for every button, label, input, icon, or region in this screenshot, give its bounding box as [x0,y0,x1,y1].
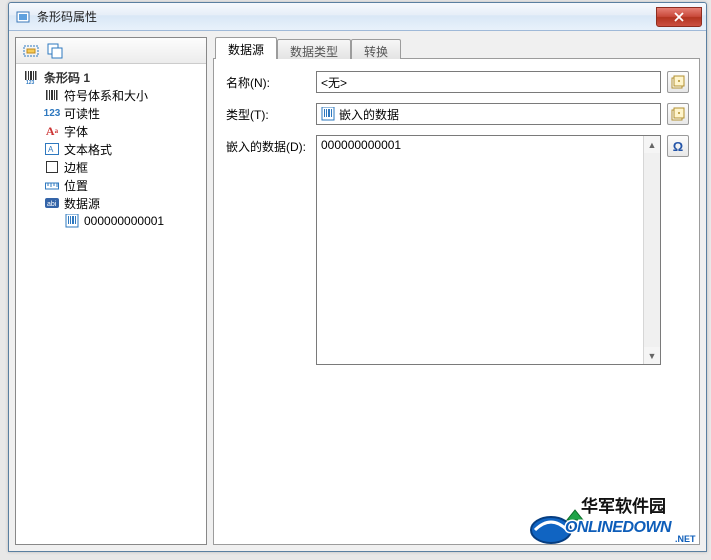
scroll-down-arrow[interactable]: ▼ [644,347,660,364]
border-icon [44,159,60,175]
tree-label: 000000000001 [84,214,164,228]
left-toolbar [16,38,206,64]
tab-datasource[interactable]: 数据源 [215,37,277,59]
tree-item-border[interactable]: 边框 [18,158,204,176]
tree-item-textformat[interactable]: A 文本格式 [18,140,204,158]
data-icon: abi [44,195,60,211]
tab-strip: 数据源 数据类型 转换 [213,37,700,59]
name-value: <无> [321,74,347,91]
row-data: 嵌入的数据(D): 000000000001 ▲ ▼ Ω [226,135,689,365]
name-edit-button[interactable] [667,71,689,93]
site-watermark: 华军软件园 ONLINEDOWN .NET [525,492,705,548]
close-button[interactable] [656,7,702,27]
tab-panel-datasource: 名称(N): <无> 类型(T): 嵌入的数据 [213,58,700,545]
font-icon: Aa [44,123,60,139]
client-area: 123 条形码 1 符号体系和大小 123 可读性 Aa 字体 A [9,31,706,551]
type-edit-button[interactable] [667,103,689,125]
properties-icon [671,75,685,89]
layers-icon [47,43,63,59]
row-type: 类型(T): 嵌入的数据 [226,103,689,125]
embedded-data-value: 000000000001 [317,136,643,364]
type-value: 嵌入的数据 [339,106,399,123]
properties-icon [671,107,685,121]
row-name: 名称(N): <无> [226,71,689,93]
tree-label: 可读性 [64,105,100,122]
watermark-line1: 华军软件园 [581,496,666,516]
right-panel: 数据源 数据类型 转换 名称(N): <无> 类型(T): [213,37,700,545]
watermark-line2: ONLINEDOWN [565,519,672,536]
tab-transform[interactable]: 转换 [351,39,401,59]
toolbar-button-2[interactable] [44,41,66,61]
window-title: 条形码属性 [37,8,97,25]
app-icon [15,9,31,25]
titlebar[interactable]: 条形码属性 [9,3,706,31]
tree-root-label: 条形码 1 [44,69,90,86]
tree-label: 文本格式 [64,141,112,158]
tab-datatype[interactable]: 数据类型 [277,39,351,59]
textbox-icon: A [44,141,60,157]
omega-icon: Ω [673,139,683,154]
toolbar-button-1[interactable] [20,41,42,61]
vertical-scrollbar[interactable]: ▲ ▼ [643,136,660,364]
svg-text:A: A [48,145,54,154]
embedded-data-icon [321,107,335,121]
property-tree[interactable]: 123 条形码 1 符号体系和大小 123 可读性 Aa 字体 A [16,64,206,544]
scroll-up-arrow[interactable]: ▲ [644,136,660,153]
omega-button[interactable]: Ω [667,135,689,157]
tree-item-symbology[interactable]: 符号体系和大小 [18,86,204,104]
ruler-icon [44,177,60,193]
num123-icon: 123 [44,105,60,121]
barcode-icon [44,87,60,103]
tree-label: 字体 [64,123,88,140]
tree-item-datasource-value[interactable]: 000000000001 [18,212,204,230]
embedded-data-icon [64,213,80,229]
tree-label: 数据源 [64,195,100,212]
svg-text:abi: abi [47,201,57,208]
tree-item-position[interactable]: 位置 [18,176,204,194]
watermark-suffix: .NET [675,534,696,544]
left-panel: 123 条形码 1 符号体系和大小 123 可读性 Aa 字体 A [15,37,207,545]
select-icon [23,43,39,59]
embedded-data-textarea[interactable]: 000000000001 ▲ ▼ [316,135,661,365]
tree-label: 位置 [64,177,88,194]
name-input[interactable]: <无> [316,71,661,93]
name-label: 名称(N): [226,71,316,91]
tree-label: 符号体系和大小 [64,87,148,104]
tree-label: 边框 [64,159,88,176]
dialog-window: 条形码属性 123 条形码 1 [8,2,707,552]
type-combo[interactable]: 嵌入的数据 [316,103,661,125]
type-label: 类型(T): [226,103,316,123]
tree-root[interactable]: 123 条形码 1 [18,68,204,86]
tree-item-font[interactable]: Aa 字体 [18,122,204,140]
svg-text:123: 123 [26,80,35,84]
data-label: 嵌入的数据(D): [226,135,316,155]
close-icon [674,12,684,22]
tree-item-readability[interactable]: 123 可读性 [18,104,204,122]
tree-item-datasource[interactable]: abi 数据源 [18,194,204,212]
barcode-root-icon: 123 [24,69,40,85]
